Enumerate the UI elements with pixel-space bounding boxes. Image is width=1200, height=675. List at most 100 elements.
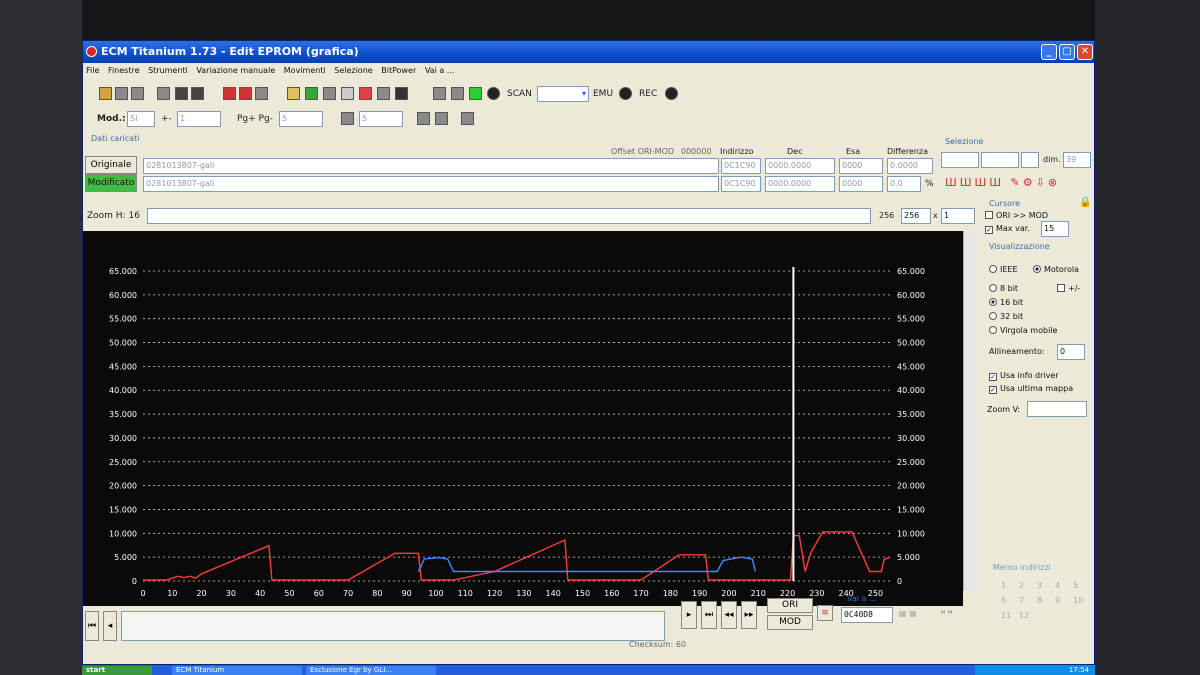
allineamento-field[interactable]: 0 bbox=[1057, 344, 1085, 360]
prev-page-button[interactable]: ◂ bbox=[103, 611, 117, 641]
chart-icon[interactable] bbox=[223, 87, 236, 100]
zoom-mult[interactable]: 1 bbox=[941, 208, 975, 224]
scan-icon[interactable] bbox=[487, 87, 500, 100]
menu-finestre[interactable]: Finestre bbox=[105, 63, 143, 79]
memo-slot-3[interactable]: 3 bbox=[1037, 581, 1055, 590]
save-icon[interactable] bbox=[115, 87, 128, 100]
rec-icon[interactable] bbox=[665, 87, 678, 100]
folder-icon[interactable] bbox=[157, 87, 170, 100]
grid-icon[interactable] bbox=[239, 87, 252, 100]
ori-button[interactable]: ORI bbox=[767, 598, 813, 613]
cut-icon[interactable] bbox=[323, 87, 336, 100]
float-radio[interactable]: Virgola mobile bbox=[989, 326, 1057, 335]
floppy-icon[interactable] bbox=[175, 87, 188, 100]
menu-variazione[interactable]: Variazione manuale bbox=[193, 63, 278, 79]
usa-ultima-check[interactable]: ✓ Usa ultima mappa bbox=[989, 384, 1073, 394]
binoculars-icon[interactable] bbox=[395, 87, 408, 100]
sum-icon[interactable] bbox=[341, 87, 354, 100]
memo-slot-12[interactable]: 12 bbox=[1019, 611, 1037, 620]
menu-strumenti[interactable]: Strumenti bbox=[145, 63, 191, 79]
selection-end-field[interactable] bbox=[981, 152, 1019, 168]
close-button[interactable]: ✕ bbox=[1077, 44, 1093, 60]
dim-field[interactable]: 39 bbox=[1063, 152, 1091, 168]
y-tick-label-right: 30.000 bbox=[897, 434, 925, 443]
table3-icon[interactable] bbox=[435, 112, 448, 125]
memo-slot-5[interactable]: 5 bbox=[1073, 581, 1091, 590]
menu-vai-a[interactable]: Vai a ... bbox=[422, 63, 458, 79]
lock-icon[interactable]: 🔒 bbox=[1079, 197, 1091, 208]
table2-icon[interactable] bbox=[417, 112, 430, 125]
pg-field[interactable]: 5 bbox=[279, 111, 323, 127]
menu-bitpower[interactable]: BitPower bbox=[378, 63, 419, 79]
originale-button[interactable]: Originale bbox=[85, 156, 137, 174]
goto-icons[interactable]: ▦ ▦ bbox=[899, 609, 917, 618]
menu-movimenti[interactable]: Movimenti bbox=[281, 63, 329, 79]
memo-slot-9[interactable]: 9 bbox=[1055, 596, 1073, 605]
floppy2-icon[interactable] bbox=[191, 87, 204, 100]
run-icon[interactable] bbox=[469, 87, 482, 100]
modificato-button[interactable]: Modificato bbox=[85, 174, 137, 192]
next-button[interactable]: ▸ bbox=[681, 601, 697, 629]
ieee-radio[interactable]: IEEE bbox=[989, 265, 1018, 274]
memo-slot-1[interactable]: 1 bbox=[1001, 581, 1019, 590]
start-button[interactable]: start bbox=[82, 666, 152, 675]
book-icon[interactable] bbox=[305, 87, 318, 100]
maximize-button[interactable]: ▢ bbox=[1059, 44, 1075, 60]
max-var-field[interactable]: 15 bbox=[1041, 221, 1069, 237]
first-page-button[interactable]: ⏮ bbox=[85, 611, 99, 641]
taskbar-item-egr[interactable]: Esclusione Egr by GLI... bbox=[306, 666, 436, 675]
calc-icon[interactable] bbox=[433, 87, 446, 100]
selection-len-field[interactable] bbox=[1021, 152, 1039, 168]
bit32-radio[interactable]: 32 bit bbox=[989, 312, 1023, 321]
memo-slot-6[interactable]: 6 bbox=[1001, 596, 1019, 605]
calc2-icon[interactable] bbox=[341, 112, 354, 125]
table4-icon[interactable] bbox=[461, 112, 474, 125]
vertical-scrollbar[interactable] bbox=[963, 231, 977, 591]
motorola-radio[interactable]: Motorola bbox=[1033, 265, 1079, 274]
title-bar[interactable]: ECM Titanium 1.73 - Edit EPROM (grafica)… bbox=[83, 41, 1094, 63]
list-icon[interactable] bbox=[377, 87, 390, 100]
ori-mod-check[interactable]: ORI >> MOD bbox=[985, 211, 1048, 220]
mod-field[interactable]: SI bbox=[127, 111, 155, 127]
minimize-button[interactable]: _ bbox=[1041, 44, 1057, 60]
memo-slot-11[interactable]: 11 bbox=[1001, 611, 1019, 620]
memo-slot-8[interactable]: 8 bbox=[1037, 596, 1055, 605]
zoom-v-slider[interactable] bbox=[1027, 401, 1087, 417]
last-button[interactable]: ⏭ bbox=[701, 601, 717, 629]
emu-icon[interactable] bbox=[619, 87, 632, 100]
taskbar-item-ecm[interactable]: ECM Titanium bbox=[172, 666, 302, 675]
mod-button[interactable]: MOD bbox=[767, 615, 813, 630]
back-button[interactable]: ◂◂ bbox=[721, 601, 737, 629]
selection-start-field[interactable] bbox=[941, 152, 979, 168]
step-field[interactable]: 5 bbox=[359, 111, 403, 127]
table-icon[interactable] bbox=[255, 87, 268, 100]
open-icon[interactable] bbox=[99, 87, 112, 100]
marker-icons[interactable]: ᴹ ᴹ bbox=[941, 609, 952, 618]
bit8-radio[interactable]: 8 bit bbox=[989, 284, 1018, 293]
max-var-check[interactable]: ✓ Max var. bbox=[985, 224, 1030, 234]
menu-selezione[interactable]: Selezione bbox=[331, 63, 375, 79]
menu-bar: File Finestre Strumenti Variazione manua… bbox=[83, 63, 1094, 79]
zoom-h-slider[interactable] bbox=[147, 208, 871, 224]
scan-select[interactable]: ▾ bbox=[537, 86, 589, 102]
zoom-val2[interactable]: 256 bbox=[901, 208, 931, 224]
plusminus-check[interactable]: +/- bbox=[1057, 284, 1080, 293]
print-icon[interactable] bbox=[451, 87, 464, 100]
vai-a-field[interactable]: 0C40D8 bbox=[841, 607, 893, 623]
horizontal-scrollbar[interactable] bbox=[121, 611, 665, 641]
memo-slot-2[interactable]: 2 bbox=[1019, 581, 1037, 590]
paint-icon[interactable] bbox=[359, 87, 372, 100]
memo-slot-4[interactable]: 4 bbox=[1055, 581, 1073, 590]
bit16-radio[interactable]: 16 bit bbox=[989, 298, 1023, 307]
plusminus-field[interactable]: 1 bbox=[177, 111, 221, 127]
compare-icon[interactable]: ≡ bbox=[817, 605, 833, 621]
chart-area[interactable]: 0 0 5.000 5.000 10.000 10.000 15.000 15.000 20.0… bbox=[83, 231, 963, 606]
find-icon[interactable] bbox=[287, 87, 300, 100]
menu-file[interactable]: File bbox=[83, 63, 102, 79]
memo-slot-10[interactable]: 10 bbox=[1073, 596, 1091, 605]
memo-slot-7[interactable]: 7 bbox=[1019, 596, 1037, 605]
usa-info-check[interactable]: ✓ Usa info driver bbox=[989, 371, 1059, 381]
forward-button[interactable]: ▸▸ bbox=[741, 601, 757, 629]
selection-tools-icon[interactable]: ШШШШ ✎⚙⇩⊗ bbox=[945, 176, 1060, 189]
copy-icon[interactable] bbox=[131, 87, 144, 100]
